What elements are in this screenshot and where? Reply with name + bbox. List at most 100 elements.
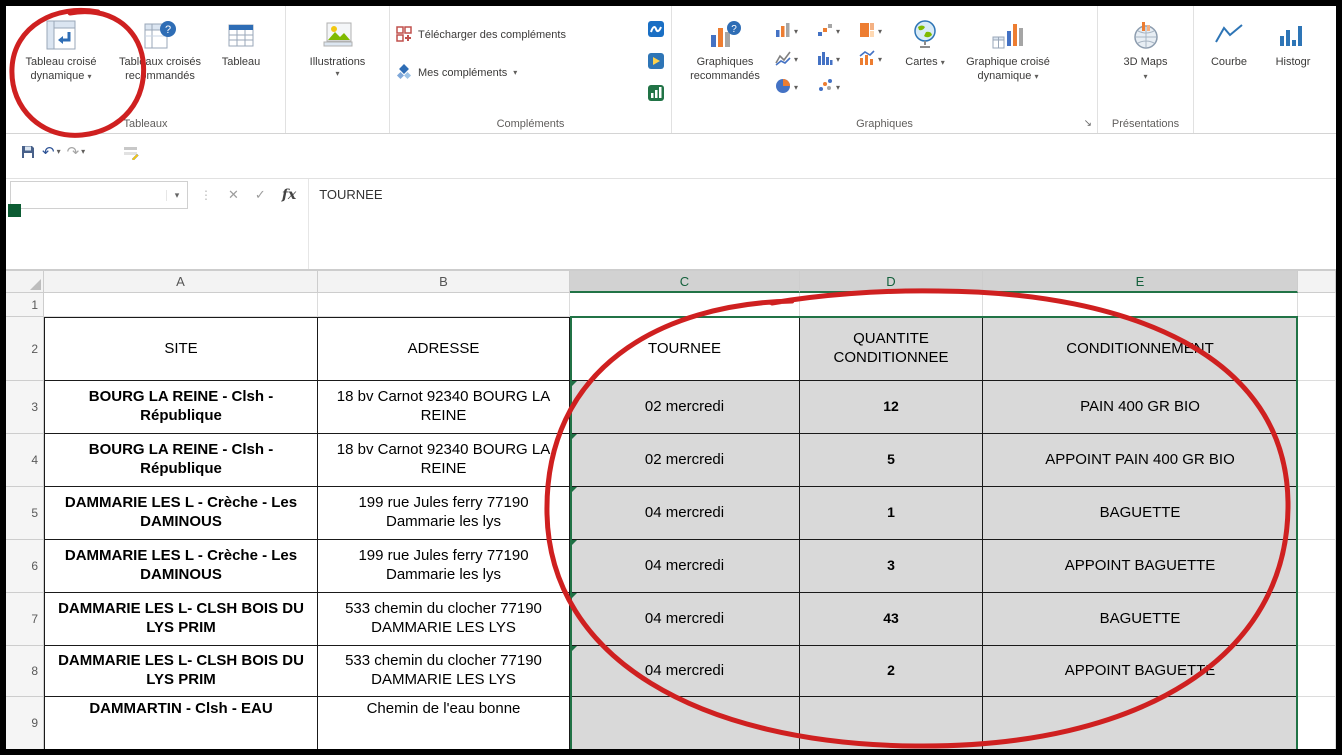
cell-d1[interactable] [800, 293, 983, 317]
cell-f4[interactable] [1298, 434, 1336, 487]
enter-icon[interactable]: ✓ [255, 187, 266, 203]
column-header-f[interactable] [1298, 271, 1336, 293]
insert-combo-chart-button[interactable]: ▾ [856, 49, 898, 71]
cell-c9[interactable] [570, 697, 800, 749]
my-addins-button[interactable]: Mes compléments ▾ [396, 60, 647, 86]
cell-b2[interactable]: ADRESSE [318, 317, 570, 381]
cell-a1[interactable] [44, 293, 318, 317]
row-header-2[interactable]: 2 [6, 317, 44, 381]
row-header-5[interactable]: 5 [6, 487, 44, 540]
cell-a3[interactable]: BOURG LA REINE - Clsh - République [44, 381, 318, 434]
cell-a6[interactable]: DAMMARIE LES L - Crèche - Les DAMINOUS [44, 540, 318, 593]
row-header-6[interactable]: 6 [6, 540, 44, 593]
cell-b6[interactable]: 199 rue Jules ferry 77190 Dammarie les l… [318, 540, 570, 593]
pivotchart-button[interactable]: Graphique croisé dynamique ▾ [952, 10, 1064, 84]
cell-b1[interactable] [318, 293, 570, 317]
insert-line-chart-button[interactable]: ▾ [772, 50, 814, 71]
cell-a9[interactable]: DAMMARTIN - Clsh - EAU [44, 697, 318, 749]
row-header-7[interactable]: 7 [6, 593, 44, 646]
insert-pie-chart-button[interactable]: ▾ [772, 78, 814, 99]
3d-maps-button[interactable]: 3D Maps ▾ [1121, 10, 1171, 84]
cell-d6[interactable]: 3 [800, 540, 983, 593]
save-button[interactable] [20, 144, 36, 160]
name-box[interactable]: ▾ [10, 181, 188, 209]
cell-d2[interactable]: QUANTITE CONDITIONNEE [800, 317, 983, 381]
recommended-charts-button[interactable]: ? Graphiques recommandés [678, 10, 772, 84]
addin-shortcut-1-icon[interactable] [647, 20, 665, 43]
addin-shortcut-3-icon[interactable] [647, 84, 665, 107]
insert-statistic-chart-button[interactable]: ▾ [814, 50, 856, 71]
cell-d7[interactable]: 43 [800, 593, 983, 646]
recommended-pivottables-button[interactable]: ? Tableaux croisés recommandés [110, 10, 210, 84]
pivottable-button[interactable]: Tableau croisé dynamique ▾ [12, 10, 110, 84]
column-header-c[interactable]: C [570, 271, 800, 293]
insert-function-button[interactable]: fx [282, 187, 296, 203]
cell-a7[interactable]: DAMMARIE LES L- CLSH BOIS DU LYS PRIM [44, 593, 318, 646]
cell-c5[interactable]: 04 mercredi [570, 487, 800, 540]
maps-button[interactable]: Cartes ▾ [898, 10, 952, 70]
cell-e4[interactable]: APPOINT PAIN 400 GR BIO [983, 434, 1298, 487]
undo-button[interactable]: ↶ ▾ [42, 143, 61, 161]
select-all-corner[interactable] [6, 271, 44, 293]
cell-c6[interactable]: 04 mercredi [570, 540, 800, 593]
row-header-8[interactable]: 8 [6, 646, 44, 697]
cell-c7[interactable]: 04 mercredi [570, 593, 800, 646]
row-header-4[interactable]: 4 [6, 434, 44, 487]
cell-f9[interactable] [1298, 697, 1336, 749]
cell-a2[interactable]: SITE [44, 317, 318, 381]
formula-input[interactable]: TOURNEE [308, 179, 1336, 269]
cell-e2[interactable]: CONDITIONNEMENT [983, 317, 1298, 381]
sparkline-column-button[interactable]: Histogr [1258, 10, 1328, 70]
cell-f2[interactable] [1298, 317, 1336, 381]
cell-b5[interactable]: 199 rue Jules ferry 77190 Dammarie les l… [318, 487, 570, 540]
customize-qat-button[interactable] [123, 144, 140, 160]
cell-f1[interactable] [1298, 293, 1336, 317]
insert-scatter-chart-button[interactable]: ▾ [814, 78, 856, 99]
cell-f8[interactable] [1298, 646, 1336, 697]
cell-e6[interactable]: APPOINT BAGUETTE [983, 540, 1298, 593]
insert-waterfall-chart-button[interactable]: ▾ [814, 22, 856, 43]
cell-d3[interactable]: 12 [800, 381, 983, 434]
cell-a5[interactable]: DAMMARIE LES L - Crèche - Les DAMINOUS [44, 487, 318, 540]
chevron-down-icon[interactable]: ▾ [166, 189, 187, 201]
cell-f6[interactable] [1298, 540, 1336, 593]
row-header-9[interactable]: 9 [6, 697, 44, 749]
cell-a4[interactable]: BOURG LA REINE - Clsh - République [44, 434, 318, 487]
cell-e5[interactable]: BAGUETTE [983, 487, 1298, 540]
get-addins-button[interactable]: Télécharger des compléments [396, 22, 647, 48]
cancel-icon[interactable]: ✕ [228, 187, 239, 203]
cell-c4[interactable]: 02 mercredi [570, 434, 800, 487]
insert-column-chart-button[interactable]: ▾ [772, 22, 814, 43]
cell-d8[interactable]: 2 [800, 646, 983, 697]
cell-f5[interactable] [1298, 487, 1336, 540]
cell-e1[interactable] [983, 293, 1298, 317]
cell-b8[interactable]: 533 chemin du clocher 77190 DAMMARIE LES… [318, 646, 570, 697]
cell-a8[interactable]: DAMMARIE LES L- CLSH BOIS DU LYS PRIM [44, 646, 318, 697]
cell-e7[interactable]: BAGUETTE [983, 593, 1298, 646]
row-header-3[interactable]: 3 [6, 381, 44, 434]
insert-hierarchy-chart-button[interactable]: ▾ [856, 22, 898, 43]
addin-shortcut-2-icon[interactable] [647, 52, 665, 75]
column-header-e[interactable]: E [983, 271, 1298, 293]
sparkline-line-button[interactable]: Courbe [1200, 10, 1258, 70]
row-header-1[interactable]: 1 [6, 293, 44, 317]
cell-f7[interactable] [1298, 593, 1336, 646]
redo-button[interactable]: ↷ ▾ [67, 143, 86, 161]
cell-d5[interactable]: 1 [800, 487, 983, 540]
table-button[interactable]: Tableau [210, 10, 272, 70]
cell-c8[interactable]: 04 mercredi [570, 646, 800, 697]
cell-b4[interactable]: 18 bv Carnot 92340 BOURG LA REINE [318, 434, 570, 487]
cell-b7[interactable]: 533 chemin du clocher 77190 DAMMARIE LES… [318, 593, 570, 646]
cell-b9[interactable]: Chemin de l'eau bonne [318, 697, 570, 749]
illustrations-button[interactable]: Illustrations ▾ [292, 10, 383, 78]
cell-b3[interactable]: 18 bv Carnot 92340 BOURG LA REINE [318, 381, 570, 434]
cell-e9[interactable] [983, 697, 1298, 749]
cell-f3[interactable] [1298, 381, 1336, 434]
formula-bar-splitter[interactable]: ⋮ [200, 188, 212, 202]
column-header-d[interactable]: D [800, 271, 983, 293]
charts-dialog-launcher-icon[interactable]: ↘ [1084, 118, 1092, 129]
cell-e8[interactable]: APPOINT BAGUETTE [983, 646, 1298, 697]
cell-d4[interactable]: 5 [800, 434, 983, 487]
cell-e3[interactable]: PAIN 400 GR BIO [983, 381, 1298, 434]
column-header-b[interactable]: B [318, 271, 570, 293]
